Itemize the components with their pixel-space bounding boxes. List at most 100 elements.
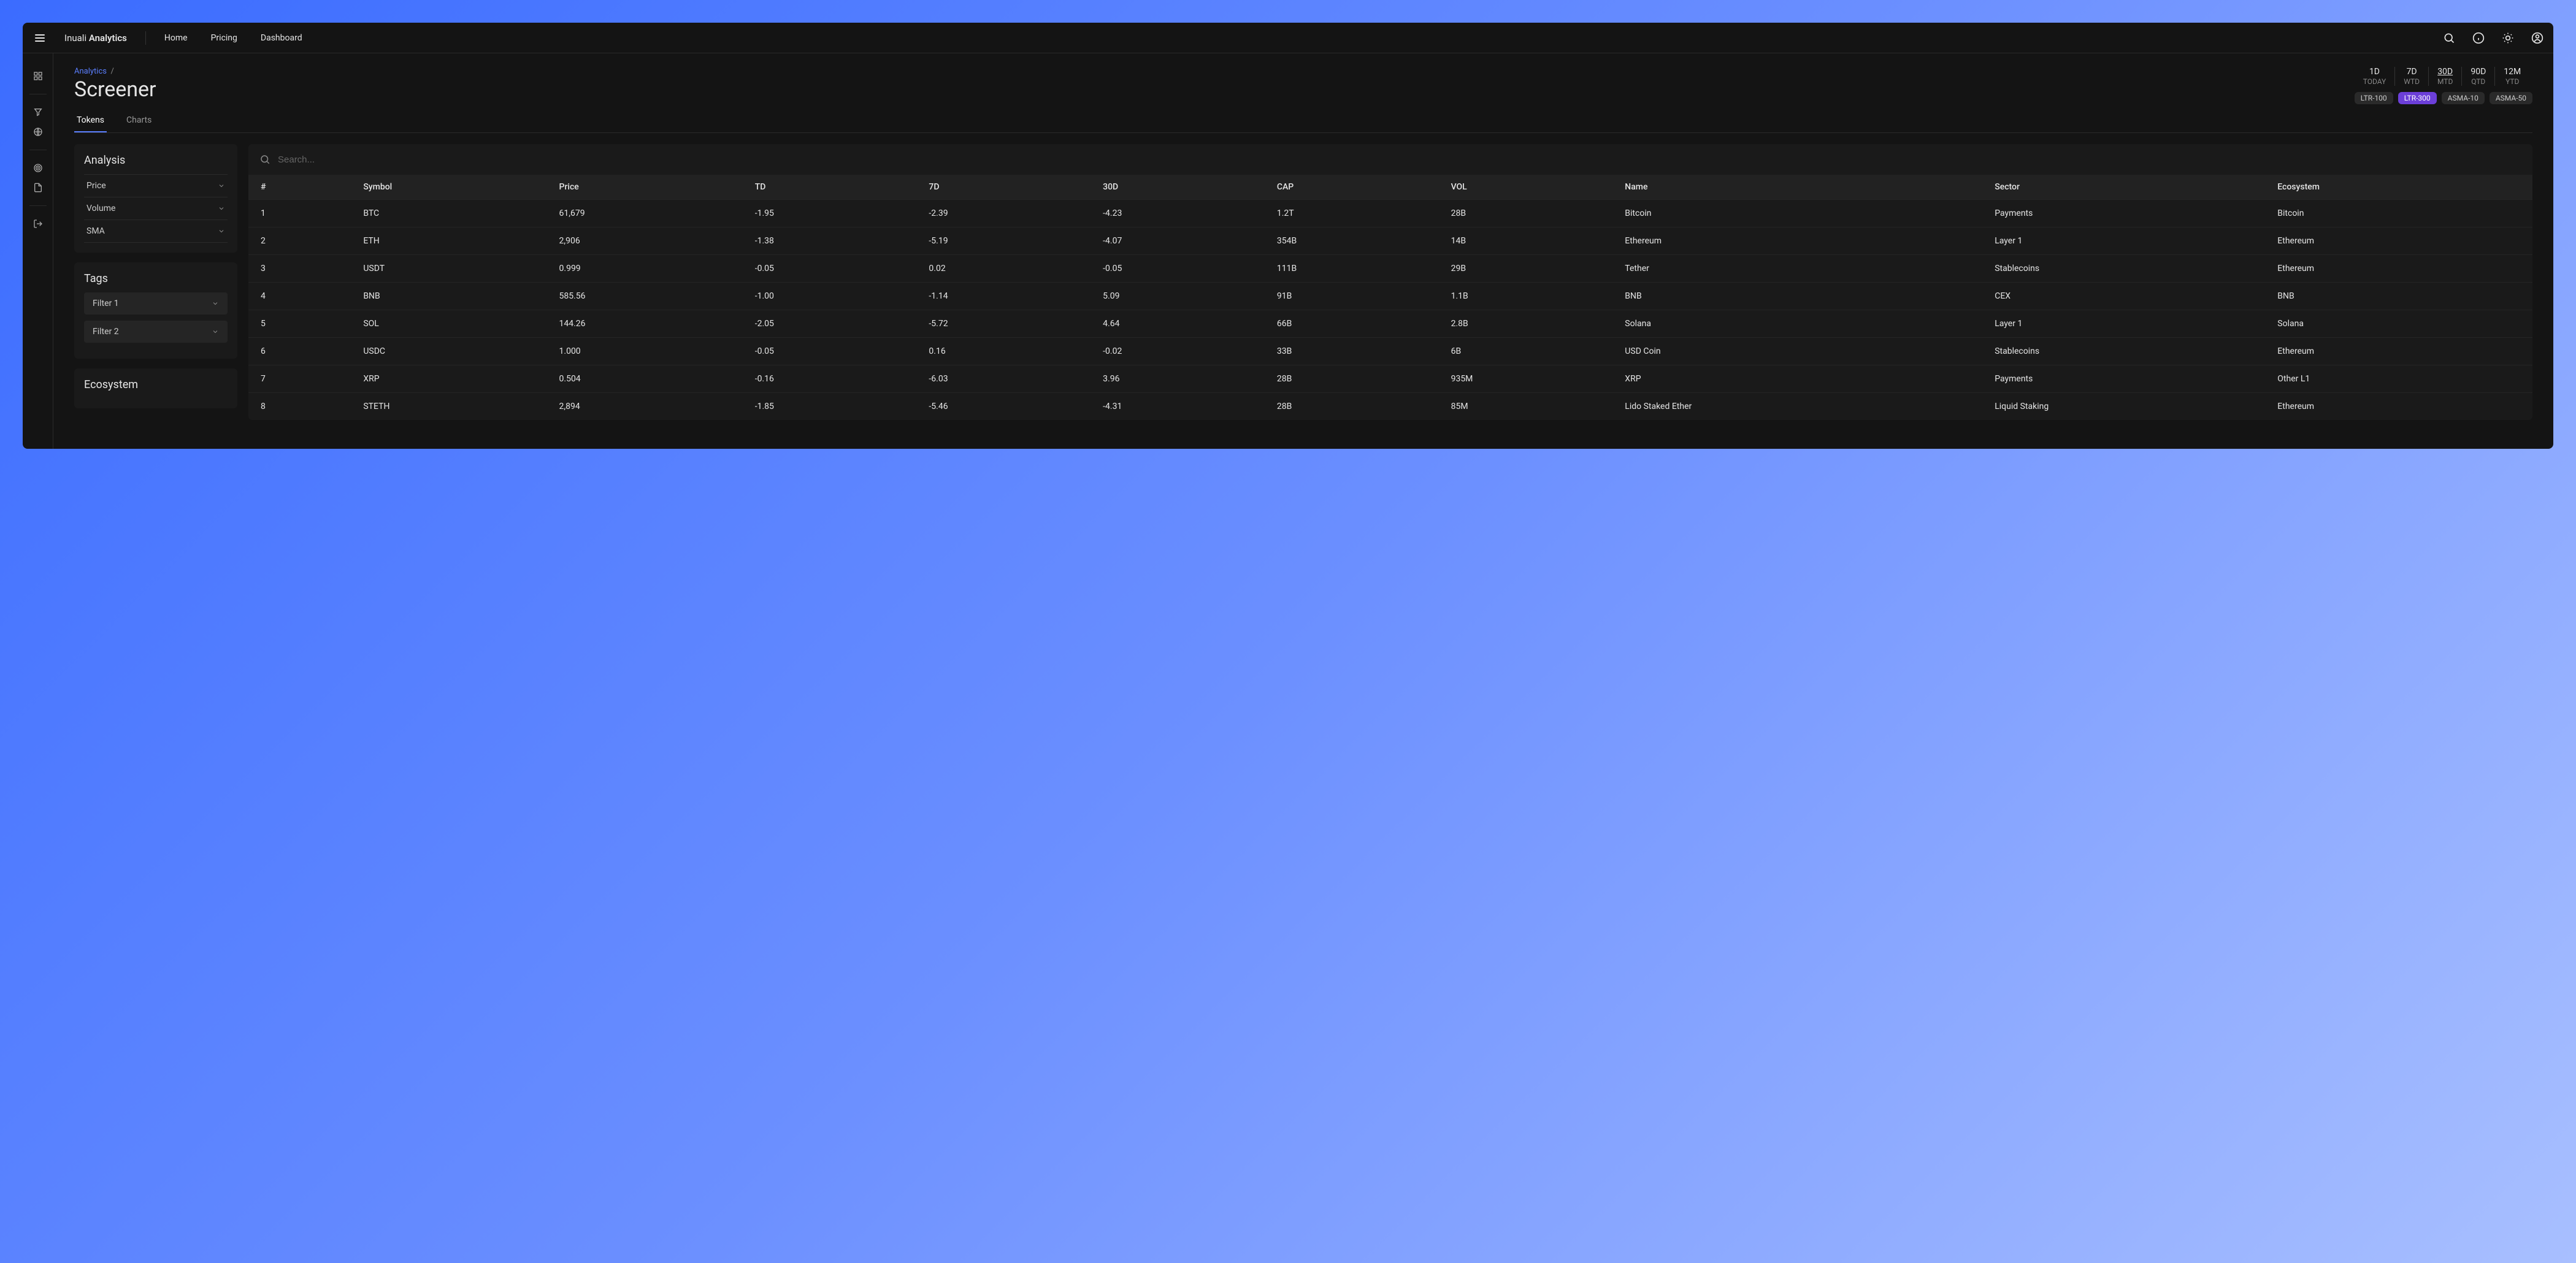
cell-td: -1.95 bbox=[749, 200, 923, 227]
cell-ecosystem: Ethereum bbox=[2271, 227, 2532, 255]
dashboard-icon[interactable] bbox=[33, 71, 44, 82]
breadcrumb-sep: / bbox=[109, 67, 114, 76]
cell-price: 2,906 bbox=[553, 227, 749, 255]
cell-price: 0.999 bbox=[553, 255, 749, 283]
analysis-card: Analysis PriceVolumeSMA bbox=[74, 144, 237, 253]
table-row[interactable]: 5 SOL 144.26 -2.05 -5.72 4.64 66B 2.8B S… bbox=[248, 310, 2532, 338]
filters-column: Analysis PriceVolumeSMA Tags Filter 1Fil… bbox=[74, 144, 237, 420]
tab-charts[interactable]: Charts bbox=[124, 115, 154, 132]
table-row[interactable]: 1 BTC 61,679 -1.95 -2.39 -4.23 1.2T 28B … bbox=[248, 200, 2532, 227]
period-30d[interactable]: 30DMTD bbox=[2429, 67, 2462, 86]
logout-icon[interactable] bbox=[33, 218, 44, 229]
cell-sector: CEX bbox=[1988, 283, 2271, 310]
col-header[interactable]: VOL bbox=[1445, 175, 1619, 200]
col-header[interactable]: CAP bbox=[1271, 175, 1445, 200]
title-row: Analytics / Screener 1DTODAY7DWTD30DMTD9… bbox=[74, 67, 2532, 104]
page-title: Screener bbox=[74, 77, 156, 102]
cell-td: -1.38 bbox=[749, 227, 923, 255]
nav-pricing[interactable]: Pricing bbox=[211, 33, 237, 43]
chip-asma-10[interactable]: ASMA-10 bbox=[2442, 92, 2485, 104]
search-icon[interactable] bbox=[2443, 32, 2455, 44]
cell-sector: Payments bbox=[1988, 200, 2271, 227]
document-icon[interactable] bbox=[33, 182, 44, 193]
tag-filter-2[interactable]: Filter 2 bbox=[84, 321, 228, 343]
tab-tokens[interactable]: Tokens bbox=[74, 115, 107, 132]
period-1d[interactable]: 1DTODAY bbox=[2355, 67, 2396, 86]
col-header[interactable]: Symbol bbox=[357, 175, 553, 200]
analysis-item-volume[interactable]: Volume bbox=[84, 197, 228, 219]
main-content: Analytics / Screener 1DTODAY7DWTD30DMTD9… bbox=[53, 53, 2553, 449]
theme-toggle-icon[interactable] bbox=[2502, 32, 2514, 44]
period-top: 12M bbox=[2504, 67, 2521, 77]
cell-name: Ethereum bbox=[1619, 227, 1988, 255]
tabs: Tokens Charts bbox=[74, 115, 2532, 133]
cell-cap: 354B bbox=[1271, 227, 1445, 255]
period-7d[interactable]: 7DWTD bbox=[2395, 67, 2429, 86]
search-row bbox=[248, 144, 2532, 175]
col-header[interactable]: 30D bbox=[1097, 175, 1271, 200]
globe-icon[interactable] bbox=[33, 126, 44, 137]
table-row[interactable]: 6 USDC 1.000 -0.05 0.16 -0.02 33B 6B USD… bbox=[248, 338, 2532, 365]
col-header[interactable]: Ecosystem bbox=[2271, 175, 2532, 200]
analysis-item-sma[interactable]: SMA bbox=[84, 219, 228, 243]
cell-sector: Layer 1 bbox=[1988, 227, 2271, 255]
cell-idx: 5 bbox=[248, 310, 357, 338]
cell-30d: -4.07 bbox=[1097, 227, 1271, 255]
cell-7d: -1.14 bbox=[922, 283, 1097, 310]
cell-td: -1.00 bbox=[749, 283, 923, 310]
brand-prefix: Inuali bbox=[64, 32, 89, 44]
chip-asma-50[interactable]: ASMA-50 bbox=[2490, 92, 2532, 104]
col-header[interactable]: Price bbox=[553, 175, 749, 200]
tag-filter-1[interactable]: Filter 1 bbox=[84, 292, 228, 315]
col-header[interactable]: # bbox=[248, 175, 357, 200]
col-header[interactable]: TD bbox=[749, 175, 923, 200]
table-row[interactable]: 4 BNB 585.56 -1.00 -1.14 5.09 91B 1.1B B… bbox=[248, 283, 2532, 310]
cell-ecosystem: Bitcoin bbox=[2271, 200, 2532, 227]
user-icon[interactable] bbox=[2531, 32, 2543, 44]
search-input[interactable] bbox=[278, 155, 2521, 165]
cell-7d: -2.39 bbox=[922, 200, 1097, 227]
cell-idx: 2 bbox=[248, 227, 357, 255]
app-window: Inuali Analytics Home Pricing Dashboard bbox=[23, 23, 2553, 449]
cell-7d: -6.03 bbox=[922, 365, 1097, 393]
cell-name: Bitcoin bbox=[1619, 200, 1988, 227]
period-top: 30D bbox=[2437, 67, 2453, 77]
period-top: 90D bbox=[2471, 67, 2486, 77]
cell-symbol: STETH bbox=[357, 393, 553, 421]
cell-cap: 91B bbox=[1271, 283, 1445, 310]
cell-7d: 0.02 bbox=[922, 255, 1097, 283]
info-icon[interactable] bbox=[2472, 32, 2485, 44]
chevron-down-icon bbox=[212, 328, 219, 335]
header-icons bbox=[2443, 32, 2543, 44]
breadcrumb-parent[interactable]: Analytics bbox=[74, 67, 107, 76]
chip-row: LTR-100 LTR-300 ASMA-10 ASMA-50 bbox=[2355, 92, 2532, 104]
cell-cap: 28B bbox=[1271, 365, 1445, 393]
table-row[interactable]: 8 STETH 2,894 -1.85 -5.46 -4.31 28B 85M … bbox=[248, 393, 2532, 421]
filter-icon[interactable] bbox=[33, 107, 44, 118]
menu-icon[interactable] bbox=[33, 32, 47, 44]
table-row[interactable]: 2 ETH 2,906 -1.38 -5.19 -4.07 354B 14B E… bbox=[248, 227, 2532, 255]
period-sub: WTD bbox=[2404, 77, 2420, 86]
chip-ltr-300[interactable]: LTR-300 bbox=[2398, 92, 2437, 104]
table-row[interactable]: 7 XRP 0.504 -0.16 -6.03 3.96 28B 935M XR… bbox=[248, 365, 2532, 393]
period-12m[interactable]: 12MYTD bbox=[2495, 67, 2529, 86]
col-header[interactable]: 7D bbox=[922, 175, 1097, 200]
col-header[interactable]: Sector bbox=[1988, 175, 2271, 200]
target-icon[interactable] bbox=[33, 162, 44, 174]
ecosystem-title: Ecosystem bbox=[84, 378, 228, 391]
table-header-row: #SymbolPriceTD7D30DCAPVOLNameSectorEcosy… bbox=[248, 175, 2532, 200]
col-header[interactable]: Name bbox=[1619, 175, 1988, 200]
analysis-item-price[interactable]: Price bbox=[84, 174, 228, 197]
chip-ltr-100[interactable]: LTR-100 bbox=[2355, 92, 2393, 104]
table-row[interactable]: 3 USDT 0.999 -0.05 0.02 -0.05 111B 29B T… bbox=[248, 255, 2532, 283]
cell-idx: 6 bbox=[248, 338, 357, 365]
period-top: 7D bbox=[2404, 67, 2420, 77]
period-sub: YTD bbox=[2504, 77, 2521, 86]
period-90d[interactable]: 90DQTD bbox=[2462, 67, 2495, 86]
nav-dashboard[interactable]: Dashboard bbox=[261, 33, 302, 43]
nav-home[interactable]: Home bbox=[164, 33, 188, 43]
cell-sector: Liquid Staking bbox=[1988, 393, 2271, 421]
cell-vol: 1.1B bbox=[1445, 283, 1619, 310]
cell-cap: 1.2T bbox=[1271, 200, 1445, 227]
cell-price: 1.000 bbox=[553, 338, 749, 365]
